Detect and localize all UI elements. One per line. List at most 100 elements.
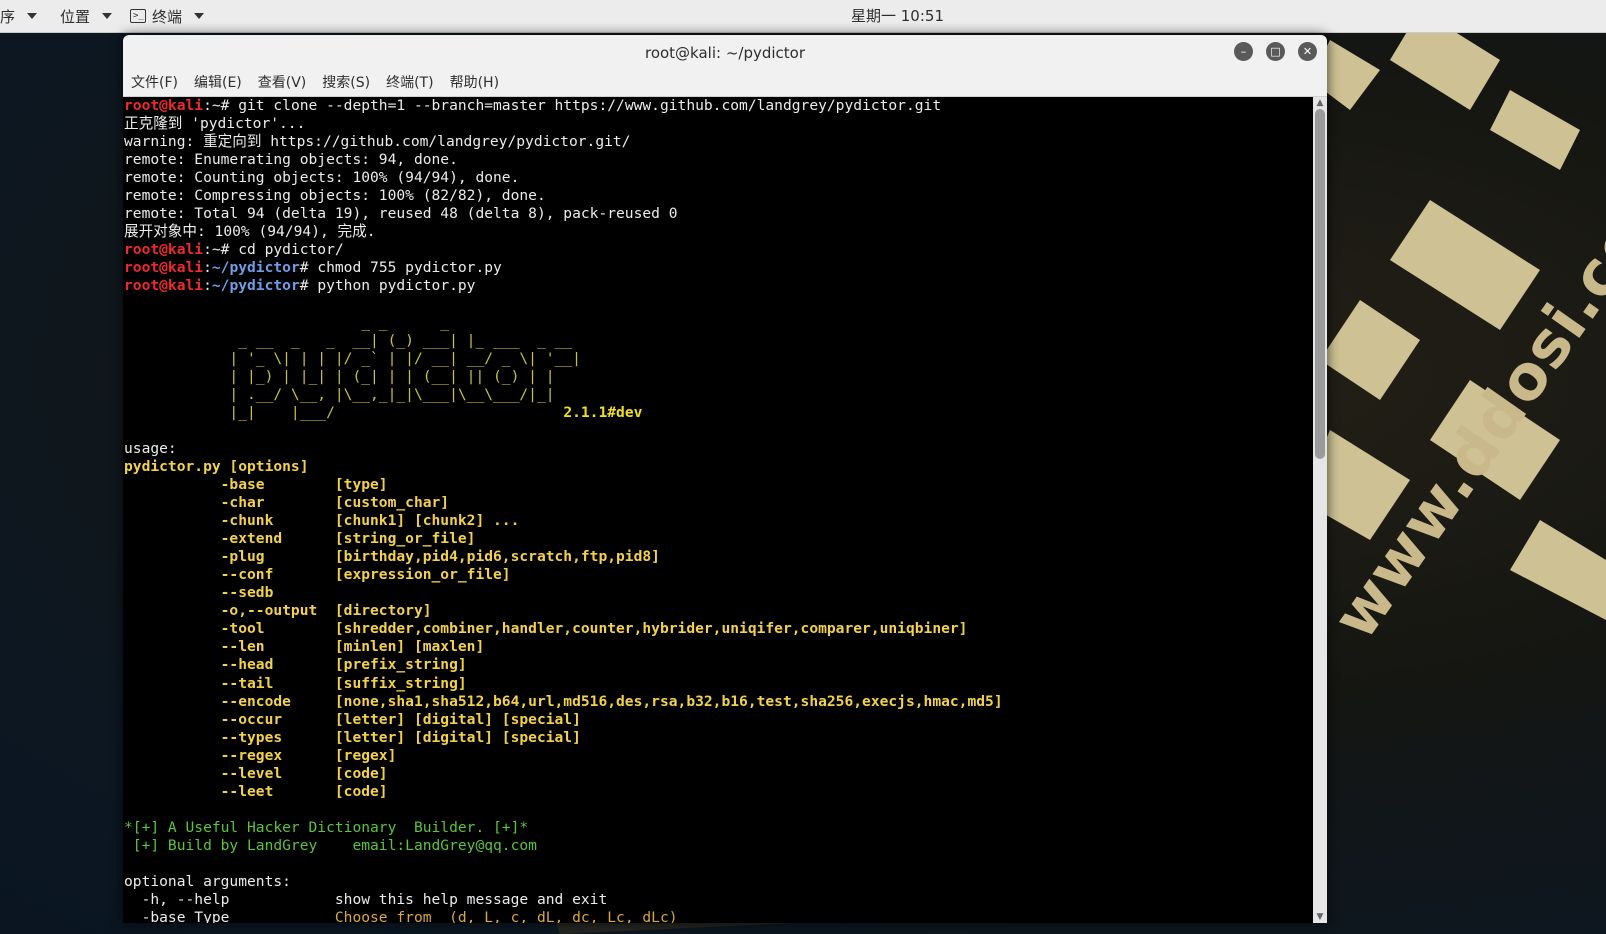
terminal-line: _ __ _ _ __| (_) ___| |_ ___ _ __ — [124, 332, 1314, 350]
terminal-line: | |_) | |_| | (_| | | (__| || (_) | | — [124, 368, 1314, 386]
terminal-text-segment: remote: Total 94 (delta 19), reused 48 (… — [124, 205, 678, 223]
terminal-line: root@kali:~# cd pydictor/ — [124, 241, 1314, 259]
minimize-icon: – — [1240, 45, 1247, 58]
terminal-text-segment: *[+] A Useful Hacker Dictionary Builder.… — [124, 818, 529, 836]
terminal-line: -base Type Choose from (d, L, c, dL, dc,… — [124, 909, 1314, 923]
terminal-line: --head [prefix_string] — [124, 656, 1314, 674]
terminal-line: -chunk [chunk1] [chunk2] ... — [124, 512, 1314, 530]
maximize-button[interactable]: □ — [1266, 42, 1285, 61]
terminal-text-segment: --leet [code] — [124, 782, 388, 800]
terminal-line: |_| |___/ 2.1.1#dev — [124, 404, 1314, 422]
scroll-up-icon[interactable]: ▲ — [1313, 97, 1327, 109]
terminal-text-segment: | .__/ \__, |\__,_|_|\___|\__\___/|_| — [124, 385, 555, 403]
top-panel: 序 位置 >_ 终端 星期一 10:51 — [0, 0, 1606, 33]
terminal-text-segment: -char [custom_char] — [124, 494, 450, 512]
menubar: 文件(F) 编辑(E) 查看(V) 搜索(S) 终端(T) 帮助(H) — [123, 71, 1327, 97]
terminal-line: --occur [letter] [digital] [special] — [124, 711, 1314, 729]
terminal-text-segment: -chunk [chunk1] [chunk2] ... — [124, 512, 520, 530]
terminal-text-segment: -o,--output [directory] — [124, 602, 432, 620]
terminal-text-segment: pydictor.py [options] — [124, 457, 309, 475]
terminal-text-segment: :~# git clone --depth=1 --branch=master … — [203, 97, 942, 114]
terminal-text-segment: : — [203, 277, 212, 295]
minimize-button[interactable]: – — [1234, 42, 1253, 61]
terminal-text-segment: -h, --help show this help message and ex… — [124, 891, 608, 909]
terminal-text-segment: ~/pydictor — [211, 259, 300, 277]
terminal-text-segment: -base Type — [124, 909, 335, 923]
terminal-line: root@kali:~# git clone --depth=1 --branc… — [124, 97, 1314, 115]
terminal-line: --sedb — [124, 584, 1314, 602]
menu-terminal[interactable]: 终端(T) — [378, 71, 441, 96]
terminal-line: --level [code] — [124, 765, 1314, 783]
terminal-line: 正克隆到 'pydictor'... — [124, 115, 1314, 133]
terminal-line: -base [type] — [124, 476, 1314, 494]
terminal-text-segment: remote: Compressing objects: 100% (82/82… — [124, 187, 546, 205]
terminal-text-segment: root@kali — [124, 241, 204, 259]
clock[interactable]: 星期一 10:51 — [0, 0, 1606, 32]
menu-view[interactable]: 查看(V) — [250, 71, 315, 96]
terminal-line: [+] Build by LandGrey email:LandGrey@qq.… — [124, 837, 1314, 855]
terminal-line: --leet [code] — [124, 783, 1314, 801]
menu-help[interactable]: 帮助(H) — [442, 71, 507, 96]
terminal-text-segment: remote: Enumerating objects: 94, done. — [124, 151, 458, 169]
terminal-line: warning: 重定向到 https://github.com/landgre… — [124, 133, 1314, 151]
terminal-line: --tail [suffix_string] — [124, 675, 1314, 693]
terminal-text-segment: |_| |___/ — [124, 403, 564, 421]
terminal-text-segment: 正克隆到 'pydictor'... — [124, 115, 306, 133]
terminal-text-segment: ~/pydictor — [211, 277, 300, 295]
terminal-text-segment: warning: 重定向到 https://github.com/landgre… — [124, 133, 631, 151]
terminal-text-segment: --head [prefix_string] — [124, 656, 467, 674]
window-title: root@kali: ~/pydictor — [644, 44, 806, 62]
menu-file[interactable]: 文件(F) — [123, 71, 186, 96]
terminal-window: root@kali: ~/pydictor – □ ✕ 文件(F) 编辑(E) … — [123, 35, 1327, 923]
terminal-line: optional arguments: — [124, 873, 1314, 891]
terminal-text-segment: # chmod 755 pydictor.py — [299, 259, 502, 277]
scroll-down-icon[interactable]: ▼ — [1313, 911, 1327, 923]
terminal-line: remote: Total 94 (delta 19), reused 48 (… — [124, 205, 1314, 223]
terminal-line: -tool [shredder,combiner,handler,counter… — [124, 620, 1314, 638]
maximize-icon: □ — [1270, 45, 1281, 58]
terminal-line: --regex [regex] — [124, 747, 1314, 765]
menu-edit[interactable]: 编辑(E) — [186, 71, 250, 96]
terminal-text-segment: 展开对象中: 100% (94/94), 完成. — [124, 223, 376, 241]
terminal-text-segment: | |_) | |_| | (_| | | (__| || (_) | | — [124, 367, 555, 385]
terminal-text-segment: --len [minlen] [maxlen] — [124, 638, 485, 656]
scrollbar[interactable]: ▲ ▼ — [1313, 97, 1327, 923]
terminal-text-segment: -plug [birthday,pid4,pid6,scratch,ftp,pi… — [124, 548, 660, 566]
terminal-line: _ _ _ — [124, 314, 1314, 332]
terminal-text-segment: | '_ \| | | |/ _` | |/ __| __/ _ \| '__| — [124, 349, 581, 367]
terminal-text-segment: _ _ _ — [124, 313, 450, 331]
terminal-text-segment: 2.1.1#dev — [563, 403, 643, 421]
terminal-text-segment: optional arguments: — [124, 873, 291, 891]
terminal-line: usage: — [124, 440, 1314, 458]
terminal-line: 展开对象中: 100% (94/94), 完成. — [124, 223, 1314, 241]
terminal-text-segment: --encode [none,sha1,sha512,b64,url,md516… — [124, 692, 1003, 710]
terminal-text-segment: -tool [shredder,combiner,handler,counter… — [124, 620, 968, 638]
terminal-line: remote: Enumerating objects: 94, done. — [124, 151, 1314, 169]
terminal-line: | .__/ \__, |\__,_|_|\___|\__\___/|_| — [124, 386, 1314, 404]
terminal-line: *[+] A Useful Hacker Dictionary Builder.… — [124, 819, 1314, 837]
terminal-text-segment: # python pydictor.py — [299, 277, 476, 295]
terminal-line: -plug [birthday,pid4,pid6,scratch,ftp,pi… — [124, 548, 1314, 566]
terminal-line: | '_ \| | | |/ _` | |/ __| __/ _ \| '__| — [124, 350, 1314, 368]
close-button[interactable]: ✕ — [1298, 42, 1317, 61]
terminal-line: --len [minlen] [maxlen] — [124, 638, 1314, 656]
terminal-text-segment: --sedb — [124, 584, 274, 602]
window-titlebar[interactable]: root@kali: ~/pydictor – □ ✕ — [123, 35, 1327, 71]
terminal-line: --conf [expression_or_file] — [124, 566, 1314, 584]
scrollbar-thumb[interactable] — [1315, 109, 1325, 459]
terminal-line: -h, --help show this help message and ex… — [124, 891, 1314, 909]
terminal-text-segment: root@kali — [124, 277, 204, 295]
terminal-line: pydictor.py [options] — [124, 458, 1314, 476]
terminal-text-segment: usage: — [124, 439, 177, 457]
terminal-text-segment: [+] Build by LandGrey email:LandGrey@qq.… — [124, 836, 537, 854]
menu-search[interactable]: 搜索(S) — [314, 71, 378, 96]
terminal-text-segment: --occur [letter] [digital] [special] — [124, 710, 581, 728]
window-controls: – □ ✕ — [1234, 42, 1317, 61]
terminal-line: --types [letter] [digital] [special] — [124, 729, 1314, 747]
terminal-output[interactable]: root@kali :~# git clone --depth=1 --branc… — [123, 97, 1314, 923]
terminal-text-segment: --tail [suffix_string] — [124, 674, 467, 692]
terminal-text-segment: _ __ _ _ __| (_) ___| |_ ___ _ __ — [124, 331, 573, 349]
